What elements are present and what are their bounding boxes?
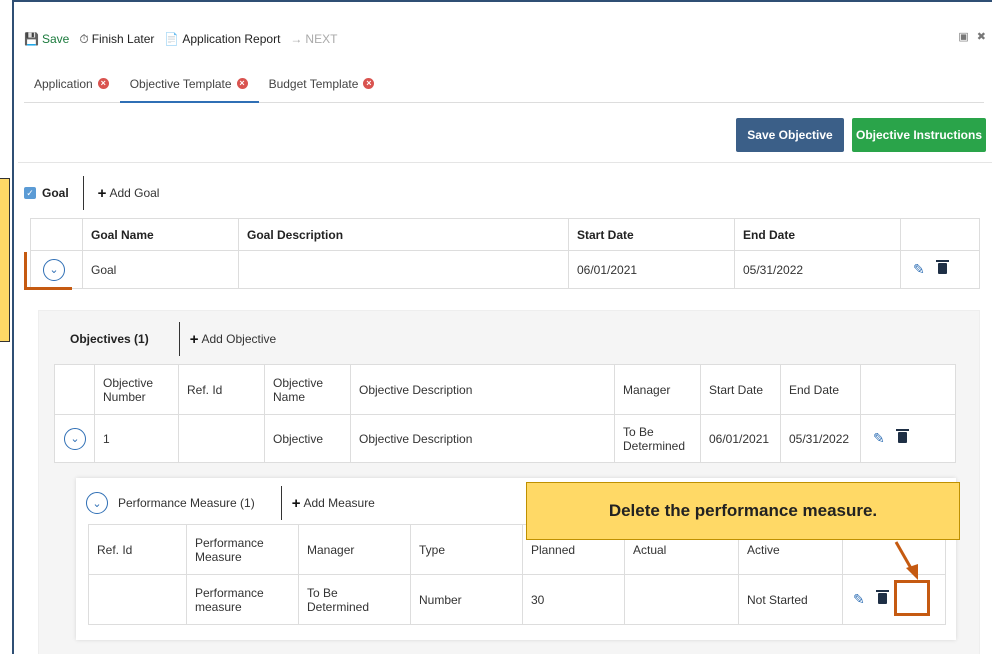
divider bbox=[82, 176, 84, 210]
document-icon: 📄 bbox=[164, 32, 180, 46]
goal-checkbox[interactable]: ✓ bbox=[24, 187, 36, 199]
tab-bar: Application × Objective Template × Budge… bbox=[24, 70, 984, 103]
application-report-button[interactable]: 📄 Application Report bbox=[164, 32, 280, 46]
trash-icon[interactable] bbox=[936, 260, 950, 274]
goal-header: ✓ Goal + Add Goal bbox=[24, 176, 159, 210]
instruction-callout: Delete the performance measure. bbox=[526, 482, 960, 540]
window-controls: ▣ ✖ bbox=[958, 30, 986, 43]
add-goal-button[interactable]: + Add Goal bbox=[98, 185, 160, 202]
save-button[interactable]: 💾 Save bbox=[24, 32, 69, 46]
trash-icon[interactable] bbox=[876, 590, 890, 604]
tab-budget-template[interactable]: Budget Template × bbox=[259, 70, 386, 103]
edit-icon[interactable]: ✎ bbox=[853, 591, 865, 608]
table-row: ⌄ 1 Objective Objective Description To B… bbox=[54, 414, 956, 463]
column-header: Manager bbox=[614, 364, 701, 415]
objective-instructions-button[interactable]: Objective Instructions bbox=[852, 118, 986, 152]
add-objective-button[interactable]: + Add Objective bbox=[190, 331, 276, 348]
arrow-pointer-icon bbox=[894, 541, 918, 580]
add-measure-button[interactable]: + Add Measure bbox=[292, 495, 375, 512]
plus-icon: + bbox=[189, 330, 199, 348]
application-window: 💾 Save ⏱ Finish Later 📄 Application Repo… bbox=[12, 0, 992, 654]
toolbar: 💾 Save ⏱ Finish Later 📄 Application Repo… bbox=[24, 30, 337, 48]
column-header: Goal Name bbox=[82, 218, 239, 251]
divider bbox=[280, 486, 282, 520]
close-circle-icon[interactable]: × bbox=[97, 78, 109, 89]
table-row: Performance measure To Be Determined Num… bbox=[88, 574, 946, 625]
restore-icon[interactable]: ▣ bbox=[958, 30, 968, 43]
goal-table: Goal Name Goal Description Start Date En… bbox=[30, 218, 980, 289]
plus-icon: + bbox=[291, 494, 301, 512]
column-header: Performance Measure bbox=[186, 524, 299, 575]
close-circle-icon[interactable]: × bbox=[363, 78, 375, 89]
close-icon[interactable]: ✖ bbox=[977, 30, 986, 43]
plus-icon: + bbox=[97, 184, 107, 202]
column-header: Ref. Id bbox=[178, 364, 265, 415]
divider bbox=[178, 322, 180, 356]
objectives-header: Objectives (1) + Add Objective bbox=[70, 322, 276, 356]
left-callout-edge bbox=[0, 178, 10, 342]
tab-application[interactable]: Application × bbox=[24, 70, 120, 103]
edit-icon[interactable]: ✎ bbox=[913, 261, 925, 278]
close-circle-icon[interactable]: × bbox=[236, 78, 248, 89]
performance-measure-header: ⌄ Performance Measure (1) + Add Measure bbox=[86, 486, 375, 520]
chevron-down-icon[interactable]: ⌄ bbox=[64, 427, 86, 450]
edit-icon[interactable]: ✎ bbox=[873, 430, 885, 447]
save-icon: 💾 bbox=[24, 32, 39, 46]
column-header: Goal Description bbox=[238, 218, 569, 251]
column-header: Objective Description bbox=[350, 364, 615, 415]
column-header: Start Date bbox=[568, 218, 735, 251]
save-objective-button[interactable]: Save Objective bbox=[736, 118, 844, 152]
column-header: Objective Name bbox=[264, 364, 351, 415]
column-header: End Date bbox=[734, 218, 901, 251]
column-header: End Date bbox=[780, 364, 861, 415]
column-header: Ref. Id bbox=[88, 524, 187, 575]
column-header: Manager bbox=[298, 524, 411, 575]
next-button[interactable]: → NEXT bbox=[290, 32, 337, 46]
column-header: Objective Number bbox=[94, 364, 179, 415]
column-header: Type bbox=[410, 524, 523, 575]
chevron-down-icon[interactable]: ⌄ bbox=[86, 492, 108, 514]
clock-icon: ⏱ bbox=[79, 31, 89, 46]
arrow-right-icon: → bbox=[290, 32, 303, 46]
tab-objective-template[interactable]: Objective Template × bbox=[119, 70, 259, 103]
column-header: Start Date bbox=[700, 364, 781, 415]
table-row: ⌄ Goal 06/01/2021 05/31/2022 ✎ bbox=[30, 250, 980, 289]
highlight-box bbox=[24, 252, 72, 290]
trash-icon[interactable] bbox=[896, 429, 910, 443]
highlight-box bbox=[894, 580, 930, 616]
finish-later-button[interactable]: ⏱ Finish Later bbox=[79, 32, 154, 47]
objectives-table: Objective Number Ref. Id Objective Name … bbox=[54, 364, 956, 463]
